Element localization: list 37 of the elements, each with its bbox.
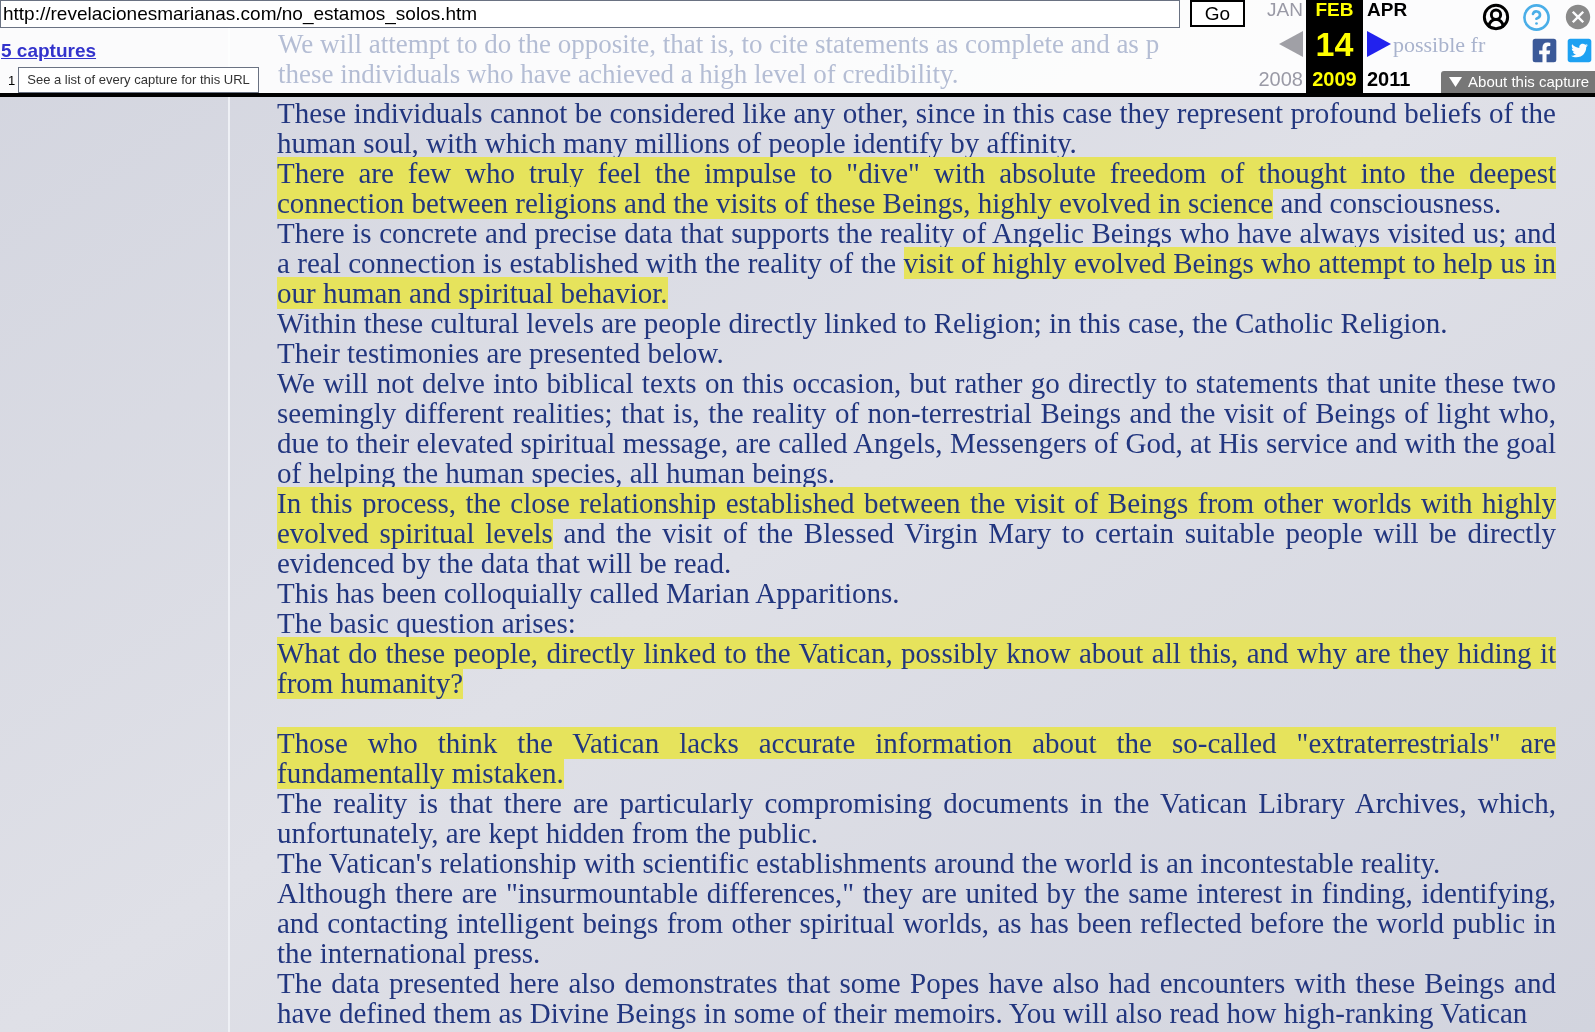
paragraph: What do these people, directly linked to the Vatican, possibly know about all this, and why are they hiding it from humanity? xyxy=(277,638,1556,698)
selected-month-column[interactable]: FEB 14 2009 xyxy=(1306,0,1363,93)
paragraph: Although there are "insurmountable differences," they are united by the same interest in finding, identifying, and contacting intelligent beings from other spiritual worlds, as has been reflected before the world public in the international press. xyxy=(277,878,1556,968)
paragraph: This has been colloquially called Marian Apparitions. xyxy=(277,578,901,608)
previous-arrow-icon[interactable] xyxy=(1279,31,1303,57)
about-capture-button[interactable]: About this capture xyxy=(1441,71,1595,93)
day-number: 14 xyxy=(1315,27,1354,61)
paragraph: Their testimonies are presented below. xyxy=(277,338,725,368)
next-arrow-icon[interactable] xyxy=(1367,31,1391,57)
close-icon[interactable] xyxy=(1563,2,1593,32)
paragraph: The data presented here also demonstrates that some Popes have also had encounters with these Beings and have defined them as Divine Beings in some of their memoirs. You will also read how high-ranking Vatican xyxy=(277,968,1556,1028)
user-icon[interactable] xyxy=(1482,3,1510,31)
year-label[interactable]: 2011 xyxy=(1367,68,1411,93)
captures-link[interactable]: 5 captures xyxy=(1,41,97,60)
paragraph: The basic question arises: xyxy=(277,608,576,638)
paragraph: Within these cultural levels are people directly linked to Religion; in this case, the Catholic Religion. xyxy=(277,308,1449,338)
url-field[interactable]: http://revelacionesmarianas.com/no_estamos_solos.htm xyxy=(0,0,1180,28)
paragraph: Those who think the Vatican lacks accurate information about the so-called "extraterrestrials" are fundamentally mistaken. xyxy=(277,728,1556,788)
month-label[interactable]: APR xyxy=(1367,0,1408,20)
paragraph: In this process, the close relationship established between the visit of Beings from other worlds with highly evolved spiritual levels and the visit of the Blessed Virgin Mary to certain suitable people will be directly evidenced by the data that will be read. xyxy=(277,488,1556,578)
year-label[interactable]: 2009 xyxy=(1312,68,1357,93)
faded-text-line: possible fr xyxy=(1393,30,1486,59)
month-label[interactable]: FEB xyxy=(1315,0,1354,20)
paragraph: The reality is that there are particularly compromising documents in the Vatican Library Archives, which, unfortunately, are kept hidden from the public. xyxy=(277,788,1556,848)
help-icon[interactable] xyxy=(1522,2,1551,32)
go-button[interactable]: Go xyxy=(1190,0,1245,27)
tooltip: See a list of every capture for this URL xyxy=(18,67,259,93)
paragraph: There are few who truly feel the impulse to "dive" with absolute freedom of thought into the deepest connection between religions and the visits of these Beings, highly evolved in science and consciousness. xyxy=(277,158,1556,218)
paragraph: These individuals cannot be considered like any other, since in this case they represent profound beliefs of the human soul, with which many millions of people identify by affinity. xyxy=(277,98,1556,158)
faded-text-line: these individuals who have achieved a high level of credibility. xyxy=(278,59,959,89)
paragraph: We will not delve into biblical texts on this occasion, but rather go directly to statements that unite these two seemingly different realities; that is, the reality of non-terrestrial Beings and the visit of Beings of light who, due to their elevated spiritual message, are called Angels, Messengers of God, at His service and with the goal of helping the human species, all human beings. xyxy=(277,368,1556,488)
date-text: 1 xyxy=(8,73,16,87)
twitter-icon[interactable] xyxy=(1566,37,1593,64)
paragraph: The Vatican's relationship with scientific establishments around the world is an incontestable reality. xyxy=(277,848,1442,878)
facebook-icon[interactable] xyxy=(1531,37,1558,64)
dropdown-triangle-icon xyxy=(1449,77,1463,87)
faded-text-line: We will attempt to do the opposite, that is, to cite statements as complete and as p xyxy=(278,29,1160,59)
